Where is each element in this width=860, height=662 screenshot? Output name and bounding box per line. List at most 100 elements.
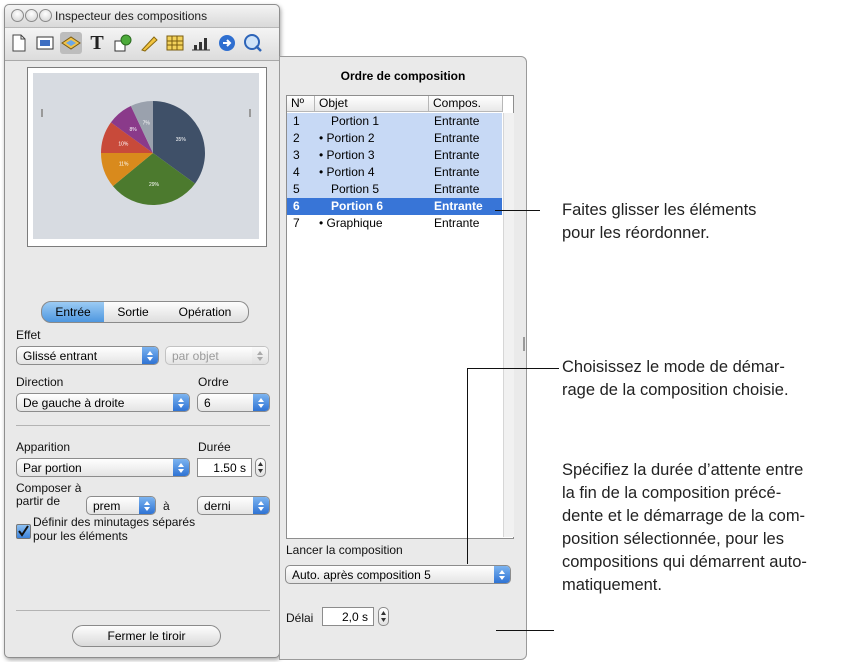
quicktime-icon[interactable] xyxy=(242,32,264,54)
table-scrollbar[interactable] xyxy=(503,113,514,537)
compose-to-popup[interactable]: derni xyxy=(197,496,270,515)
row-build: Entrante xyxy=(434,216,480,230)
close-drawer-button[interactable]: Fermer le tiroir xyxy=(72,625,221,647)
slide-preview: 35% 29% 11% 10% 8% 7% xyxy=(33,73,259,239)
row-number: 6 xyxy=(293,199,300,213)
drawer-resize-handle[interactable] xyxy=(523,337,525,351)
pie-slice-label: 11% xyxy=(119,162,129,168)
row-build: Entrante xyxy=(434,114,480,128)
effect-secondary-popup[interactable]: par objet xyxy=(165,346,269,365)
callout-delay-line2: la fin de la composition précé- xyxy=(562,484,782,502)
table-icon[interactable] xyxy=(164,32,186,54)
callout-start-mode: Choisissez le mode de démar- rage de la … xyxy=(562,356,789,402)
row-object: • Portion 2 xyxy=(319,131,375,145)
separate-timing-label: Définir des minutages séparés pour les é… xyxy=(33,515,195,543)
duration-field[interactable]: 1.50 s xyxy=(197,458,252,477)
callout-line-2-vertical xyxy=(467,368,468,564)
window-title: Inspecteur des compositions xyxy=(55,9,208,23)
chart-icon[interactable] xyxy=(190,32,212,54)
table-row[interactable]: 5 Portion 5 Entrante xyxy=(287,181,502,198)
effect-secondary-value: par objet xyxy=(172,348,219,363)
delay-stepper[interactable] xyxy=(378,607,389,626)
callout-delay-line3: dente et le démarrage de la com- xyxy=(562,507,806,525)
row-build: Entrante xyxy=(434,165,480,179)
callout-start-mode-line1: Choisissez le mode de démar- xyxy=(562,358,785,376)
table-row-selected[interactable]: 6 Portion 6 Entrante xyxy=(287,198,502,215)
callout-delay-line4: position sélectionnée, pour les xyxy=(562,530,784,548)
pie-slice-label: 7% xyxy=(143,121,151,127)
table-row[interactable]: 2 • Portion 2 Entrante xyxy=(287,130,502,147)
popup-arrows-icon xyxy=(173,459,189,476)
compose-from-popup[interactable]: prem xyxy=(86,496,156,515)
effect-label: Effet xyxy=(16,328,41,342)
divider xyxy=(16,425,270,426)
table-row[interactable]: 1 Portion 1 Entrante xyxy=(287,113,502,130)
tab-entree-label: Entrée xyxy=(55,305,91,319)
order-popup[interactable]: 6 xyxy=(197,393,270,412)
column-header-build[interactable]: Compos. xyxy=(429,96,503,112)
build-order-table: Nº Objet Compos. 1 Portion 1 Entrante 2 … xyxy=(286,95,514,539)
compose-to-value: derni xyxy=(204,498,231,513)
direction-label: Direction xyxy=(16,375,64,389)
close-window-button[interactable] xyxy=(11,9,24,22)
effect-popup[interactable]: Glissé entrant xyxy=(16,346,159,365)
pie-slice-label: 35% xyxy=(176,137,187,143)
row-number: 7 xyxy=(293,216,300,230)
inspector-window: Inspecteur des compositions T 35% 29% 11… xyxy=(4,4,280,658)
appearance-label: Apparition xyxy=(16,440,71,454)
minimize-window-button[interactable] xyxy=(25,9,38,22)
row-number: 5 xyxy=(293,182,300,196)
pie-slice-label: 29% xyxy=(149,182,160,188)
build-preview: 35% 29% 11% 10% 8% 7% xyxy=(27,67,267,247)
duration-stepper[interactable] xyxy=(255,458,266,477)
document-icon[interactable] xyxy=(8,32,30,54)
table-row[interactable]: 4 • Portion 4 Entrante xyxy=(287,164,502,181)
compose-label: Composer à partir de xyxy=(16,482,81,508)
direction-popup[interactable]: De gauche à droite xyxy=(16,393,190,412)
callout-line-1 xyxy=(495,210,540,211)
metrics-icon[interactable] xyxy=(138,32,160,54)
tab-sortie[interactable]: Sortie xyxy=(104,301,163,323)
slide-icon[interactable] xyxy=(34,32,56,54)
callout-delay-line5: compositions qui démarrent auto- xyxy=(562,553,807,571)
delay-value: 2,0 s xyxy=(341,609,368,624)
callout-reorder: Faites glisser les éléments pour les réo… xyxy=(562,199,756,245)
appearance-popup[interactable]: Par portion xyxy=(16,458,190,477)
callout-reorder-line1: Faites glisser les éléments xyxy=(562,201,757,219)
build-icon[interactable] xyxy=(60,32,82,54)
compose-from-value: prem xyxy=(93,498,121,513)
effect-value: Glissé entrant xyxy=(23,348,98,363)
table-row[interactable]: 7 • Graphique Entrante xyxy=(287,215,502,232)
text-icon[interactable]: T xyxy=(86,32,108,54)
start-build-popup[interactable]: Auto. après composition 5 xyxy=(285,565,511,584)
preview-marker-left xyxy=(41,109,43,117)
row-object: • Portion 4 xyxy=(319,165,375,179)
row-object: Portion 5 xyxy=(331,182,380,196)
delay-label: Délai xyxy=(286,611,314,625)
table-row[interactable]: 3 • Portion 3 Entrante xyxy=(287,147,502,164)
tab-operation[interactable]: Opération xyxy=(162,301,249,323)
callout-start-mode-line2: rage de la composition choisie. xyxy=(562,381,789,399)
build-order-drawer: Ordre de composition Nº Objet Compos. 1 … xyxy=(279,56,527,660)
direction-value: De gauche à droite xyxy=(23,395,125,410)
column-header-number[interactable]: Nº xyxy=(287,96,315,112)
hyperlink-icon[interactable] xyxy=(216,32,238,54)
column-header-object[interactable]: Objet xyxy=(315,96,429,112)
delay-field[interactable]: 2,0 s xyxy=(322,607,374,626)
separate-timing-line2: pour les éléments xyxy=(33,529,128,543)
popup-arrows-icon xyxy=(142,347,158,364)
callout-line-2-horizontal xyxy=(467,368,559,369)
graphic-icon[interactable] xyxy=(112,32,134,54)
inspector-toolbar: T xyxy=(5,28,279,61)
tab-entree[interactable]: Entrée xyxy=(41,301,105,323)
callout-delay-line1: Spécifiez la durée d’attente entre xyxy=(562,461,804,479)
popup-arrows-icon xyxy=(253,394,269,411)
zoom-window-button[interactable] xyxy=(39,9,52,22)
row-object: • Portion 3 xyxy=(319,148,375,162)
separate-timing-checkbox[interactable] xyxy=(16,524,31,539)
row-number: 1 xyxy=(293,114,300,128)
appearance-value: Par portion xyxy=(23,460,82,475)
start-build-label: Lancer la composition xyxy=(286,543,403,557)
compose-label-line2: partir de xyxy=(16,494,61,508)
preview-marker-right xyxy=(249,109,251,117)
